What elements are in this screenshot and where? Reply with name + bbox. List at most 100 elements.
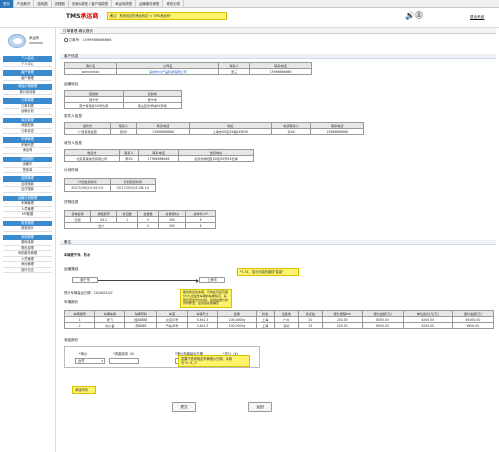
section-plan-time: 计划时间 bbox=[64, 168, 79, 172]
vehicle-cell: ¥200.00 bbox=[402, 322, 453, 329]
add-quote-dispatch-label: *调度费用（¥） bbox=[113, 352, 137, 356]
breadcrumb: 订单管理-确认报价 bbox=[60, 28, 496, 34]
vehicle-note: 路线的最优车辆，可向在同最高报价5%出最优车辆的车辆情况，系统匹配最优价价格，提… bbox=[180, 289, 232, 309]
tab-product[interactable]: 产品概况 bbox=[14, 0, 35, 8]
tab-transport[interactable]: 运输服务原型 bbox=[136, 0, 164, 8]
route-note: *1.51、显示可能的路线"智能" bbox=[237, 268, 299, 277]
vehicle-cell: 200.00 bbox=[321, 322, 363, 329]
origin-address: 南宁青秀区XX号仓库 bbox=[64, 102, 124, 109]
customer-company-link[interactable]: 深圳市xx产品科技有限公司 bbox=[116, 68, 220, 75]
remark-text: 车辆要干净、防水 bbox=[64, 253, 91, 257]
shipping-address-table: 起始地 目的地 南宁市 南宁市 南宁青秀区XX号仓库 南山区华侨城XX商场 bbox=[64, 90, 182, 109]
receiver-table: 收货方 联系人 联系电话 送货地址 北京某某物流有限公司 李XX 17966666666 北… bbox=[64, 149, 255, 162]
sidebar: 承运商 xxxxxxx 个人信息 个人中心 客户管理 客户管理 承运价格管理 报价单设置 订单… bbox=[0, 28, 56, 452]
section-vehicle-quote: 车辆报价 bbox=[64, 300, 79, 304]
add-quote-dispatch-input[interactable] bbox=[109, 358, 139, 364]
receive-phone: 13966666666 bbox=[310, 128, 364, 135]
sidebar-item[interactable]: 客户管理 bbox=[3, 76, 52, 81]
sender-address: 上海市XX区XX路XX号XX bbox=[188, 128, 272, 135]
goods-total-weight: 300 bbox=[157, 222, 187, 229]
route-to: 上海市 bbox=[199, 277, 225, 283]
section-add-quote: 添加报价 bbox=[64, 338, 79, 342]
logo-prefix: TMS bbox=[66, 13, 81, 20]
profile: 承运商 xxxxxxx bbox=[0, 28, 55, 56]
vehicle-cell: 深圳 bbox=[273, 322, 299, 329]
receiver-contact: 李XX bbox=[118, 155, 140, 162]
sidebar-item[interactable]: 费用统计 bbox=[3, 226, 52, 232]
sidebar-item[interactable]: 报价单设置 bbox=[3, 90, 52, 95]
submit-button[interactable]: 提交 bbox=[172, 402, 196, 412]
customer-table: 客户名 公司名 联系人 联系电话 samsenhon 深圳市xx产品科技有限公司 张三 15… bbox=[63, 62, 312, 75]
back-button[interactable]: 返回 bbox=[248, 402, 272, 412]
sidebar-item[interactable]: 操作日志 bbox=[3, 268, 52, 273]
add-quote-unit-label: *单价 bbox=[79, 352, 88, 356]
chevron-down-icon: ▾ bbox=[101, 359, 103, 363]
route-arrow bbox=[98, 278, 199, 283]
sender-contact: 张XX bbox=[109, 128, 138, 135]
receive-contact: 孙XX bbox=[270, 128, 312, 135]
sidebar-item[interactable]: 应付账款 bbox=[3, 187, 52, 193]
plan-ship-time: 2017/09/24 09:10 bbox=[64, 184, 111, 192]
sound-and-notification-icon[interactable]: 🔊⓼ bbox=[405, 10, 423, 21]
sidebar-item[interactable]: 运输计划 bbox=[3, 109, 52, 115]
sender-table: 发件方 联系人 联系电话 地址 收货联系人 联系电话 广西某某集团 张XX 139666666… bbox=[64, 122, 364, 135]
section-sender: 发件人信息 bbox=[64, 114, 82, 118]
customer-contact: 张三 bbox=[218, 68, 251, 75]
sidebar-item[interactable]: 承运商 bbox=[3, 148, 52, 154]
vehicle-row[interactable]: 2 刘小备 苏B888 汽车/D号 3.8x2.3 100,000kg 上海 深圳 15 200.… bbox=[63, 322, 495, 329]
delivery-address: 北京市朝阳区XX街XX号XX仓库 bbox=[177, 155, 255, 162]
sender-phone: 13966666666 bbox=[136, 128, 190, 135]
add-time-note: 添加时间 bbox=[72, 386, 96, 395]
destination-address: 南山区华侨城XX商场 bbox=[122, 102, 182, 109]
vehicle-cell: 上海 bbox=[255, 322, 275, 329]
tab-prototype[interactable]: 页面&原型 / 客户端原型 bbox=[69, 0, 113, 8]
sidebar-item[interactable]: 签收单 bbox=[3, 168, 52, 173]
tab-structure[interactable]: 结构图 bbox=[34, 0, 52, 8]
vehicle-cell: 100,000kg bbox=[217, 322, 257, 329]
order-number: 订单号：1599966666666 bbox=[60, 37, 496, 43]
vehicle-cell: 汽车/D号 bbox=[156, 322, 188, 329]
app-logo: TMS承运商 bbox=[66, 11, 98, 20]
receiver-company: 北京某某物流有限公司 bbox=[64, 155, 120, 162]
avatar[interactable] bbox=[8, 34, 26, 48]
tab-changelog[interactable]: 修改记录 bbox=[163, 0, 185, 8]
plan-time-table: 计划发货时间 计划到货时间 2017/09/24 09:10 2017/09/24 … bbox=[64, 178, 156, 192]
sidebar-item[interactable]: KPI数据 bbox=[3, 212, 52, 218]
route-from: 南宁市 bbox=[72, 277, 98, 283]
vehicle-cell: ¥600.00 bbox=[451, 322, 495, 329]
section-customer: 客户信息 bbox=[60, 54, 496, 59]
section-receiver: 收货人信息 bbox=[64, 141, 82, 145]
load-date: 预计车辆装运日期：2018/05/02 bbox=[64, 291, 113, 295]
profile-sub: xxxxxxx bbox=[29, 40, 44, 45]
section-goods: 货物信息 bbox=[64, 200, 79, 204]
tab-home[interactable]: 首页 bbox=[0, 0, 14, 8]
logout-link[interactable]: 退出系统 bbox=[470, 15, 484, 20]
goods-total-quantity: 3 bbox=[137, 222, 159, 229]
add-quote-note: 如果产品有相应车辆报价日期，请填写"5~6_3" bbox=[178, 355, 250, 368]
section-remark: 备注 bbox=[60, 240, 496, 245]
top-nav: 首页 产品概况 结构图 流程图 页面&原型 / 客户端原型 承运商原型 运输服务… bbox=[0, 0, 499, 8]
order-radio[interactable] bbox=[64, 38, 68, 42]
tab-flow[interactable]: 流程图 bbox=[52, 0, 69, 8]
main-content: 订单管理-确认报价 订单号：1599966666666 bbox=[60, 28, 496, 43]
vehicle-cell: 15 bbox=[297, 322, 323, 329]
page-header: TMS承运商 备注：系统设定的承运商名"< TMS承运商" 🔊⓼ 退出系统 bbox=[0, 8, 499, 28]
header-note: 备注：系统设定的承运商名"< TMS承运商" bbox=[107, 12, 227, 21]
vehicle-cell: 2 bbox=[63, 322, 96, 329]
goods-table: 货物名称 规格型号 总包数 总数量 总重量kg 总体积 m³ 空调 XX-1 1 3 300 6 合… bbox=[63, 210, 216, 229]
sidebar-item[interactable]: 个人中心 bbox=[3, 62, 52, 67]
sidebar-item[interactable]: 订单状态 bbox=[3, 129, 52, 134]
add-quote-unit-select[interactable]: 台湾 ▾ bbox=[75, 358, 105, 364]
logo-suffix: 承运商 bbox=[80, 13, 99, 20]
vehicle-cell: 3.8x2.3 bbox=[186, 322, 219, 329]
section-shipping-address: 运输地址 bbox=[64, 82, 79, 86]
customer-phone: 15966666666 bbox=[249, 68, 312, 75]
vehicle-table: 车辆编号 车辆车牌 车辆司机 车型 车辆尺寸 载重 状态 出发地 终点站 报价里程km 报价金额(元… bbox=[63, 310, 495, 329]
sender-company: 广西某某集团 bbox=[64, 128, 111, 135]
vehicle-cell: 8000.00 bbox=[361, 322, 404, 329]
vehicle-cell: 刘小备 bbox=[94, 322, 126, 329]
tab-carrier[interactable]: 承运商原型 bbox=[112, 0, 137, 8]
customer-name: samsenhon bbox=[63, 68, 118, 75]
order-number-text: 订单号：1599966666666 bbox=[68, 38, 112, 42]
goods-total-label: 合计 bbox=[63, 222, 139, 229]
